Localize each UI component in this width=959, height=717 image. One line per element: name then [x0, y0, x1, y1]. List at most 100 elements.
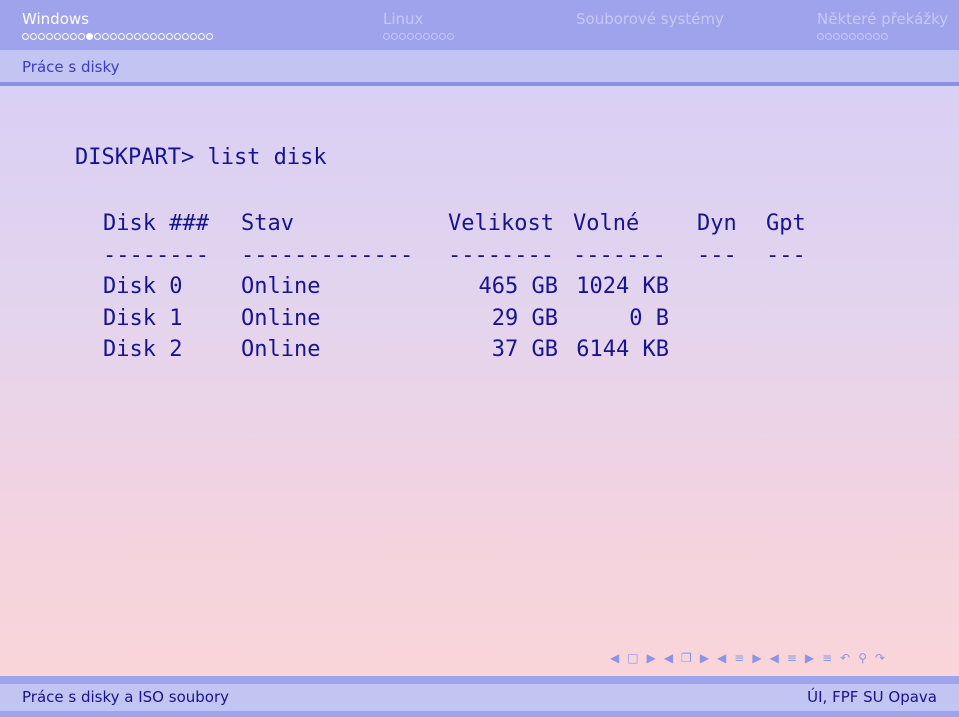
nav-dot[interactable]	[857, 33, 864, 40]
nav-dot[interactable]	[198, 33, 205, 40]
next-frame-arrow-icon[interactable]: ▶	[647, 651, 656, 665]
table-cell: Disk 2	[103, 337, 183, 362]
column-header: Volné	[573, 211, 640, 236]
nav-dot[interactable]	[407, 33, 414, 40]
nav-dot[interactable]	[70, 33, 77, 40]
nav-dot[interactable]	[110, 33, 117, 40]
nav-dot[interactable]	[134, 33, 141, 40]
nav-dot[interactable]	[46, 33, 53, 40]
table-row: Disk 2 Online 37 GB 6144 KB	[103, 334, 826, 366]
subsection-shadow	[0, 82, 959, 86]
nav-section-dots	[22, 33, 214, 40]
nav-dot[interactable]	[118, 33, 125, 40]
disk-table: Disk ### Stav Velikost Volné Dyn Gpt ---…	[103, 208, 826, 366]
next-part-arrow-icon[interactable]: ▶	[805, 651, 814, 665]
column-header: Dyn	[697, 211, 737, 236]
nav-dot[interactable]	[841, 33, 848, 40]
nav-dot[interactable]	[423, 33, 430, 40]
nav-dot[interactable]	[383, 33, 390, 40]
nav-dot[interactable]	[174, 33, 181, 40]
prev-part-arrow-icon[interactable]: ◀	[770, 651, 779, 665]
subsection-icon[interactable]: ❐	[681, 651, 692, 665]
nav-dot[interactable]	[431, 33, 438, 40]
table-cell	[697, 271, 766, 303]
prev-section-arrow-icon[interactable]: ◀	[717, 651, 726, 665]
nav-dot[interactable]	[881, 33, 888, 40]
forward-icon[interactable]: ↷	[875, 651, 885, 665]
nav-dot[interactable]	[30, 33, 37, 40]
nav-dot[interactable]	[447, 33, 454, 40]
document-icon[interactable]: ≡	[822, 651, 832, 665]
nav-dot[interactable]	[62, 33, 69, 40]
nav-dot[interactable]	[439, 33, 446, 40]
nav-dot[interactable]	[102, 33, 109, 40]
section-icon[interactable]: ≡	[734, 651, 744, 665]
part-icon[interactable]: ≡	[787, 651, 797, 665]
table-cell: Disk 0	[103, 274, 183, 299]
subsection-title: Práce s disky	[22, 58, 120, 76]
nav-dot[interactable]	[825, 33, 832, 40]
column-separator: ---	[697, 242, 737, 268]
column-separator: --------	[103, 242, 209, 268]
column-header: Stav	[241, 211, 294, 236]
nav-section-title[interactable]: Některé překážky	[817, 10, 948, 28]
frame-icon[interactable]: □	[627, 651, 638, 665]
table-cell	[766, 334, 826, 366]
back-icon[interactable]: ↶	[840, 651, 850, 665]
nav-dot[interactable]	[126, 33, 133, 40]
nav-dot[interactable]	[849, 33, 856, 40]
nav-dot[interactable]	[182, 33, 189, 40]
table-cell: 0 B	[629, 305, 669, 331]
table-row: Disk 0 Online 465 GB 1024 KB	[103, 271, 826, 303]
footer-band-top	[0, 676, 959, 684]
nav-dot[interactable]	[86, 33, 93, 40]
footer: Práce s disky a ISO soubory ÚI, FPF SU O…	[0, 676, 959, 717]
column-separator: ---	[766, 242, 806, 268]
nav-section-dots	[383, 33, 455, 40]
prev-frame-arrow-icon[interactable]: ◀	[610, 651, 619, 665]
table-cell: Online	[241, 274, 321, 299]
nav-dot[interactable]	[206, 33, 213, 40]
nav-dot[interactable]	[865, 33, 872, 40]
table-header-row: Disk ### Stav Velikost Volné Dyn Gpt	[103, 208, 826, 240]
nav-dot[interactable]	[391, 33, 398, 40]
next-section-arrow-icon[interactable]: ▶	[752, 651, 761, 665]
table-cell	[766, 303, 826, 335]
nav-section-title[interactable]: Windows	[22, 10, 89, 28]
table-cell	[697, 303, 766, 335]
table-cell: 1024 KB	[576, 274, 669, 299]
nav-dot[interactable]	[399, 33, 406, 40]
nav-dot[interactable]	[94, 33, 101, 40]
column-separator: -------	[573, 242, 666, 268]
nav-dot[interactable]	[22, 33, 29, 40]
next-subsection-arrow-icon[interactable]: ▶	[700, 651, 709, 665]
footer-band-bottom	[0, 711, 959, 717]
nav-dot[interactable]	[38, 33, 45, 40]
nav-dot[interactable]	[150, 33, 157, 40]
table-cell: Online	[241, 337, 321, 362]
header-navigation: Windows Linux Souborové systémy Některé …	[0, 0, 959, 50]
nav-dot[interactable]	[78, 33, 85, 40]
nav-dot[interactable]	[415, 33, 422, 40]
nav-dot[interactable]	[158, 33, 165, 40]
table-cell: 6144 KB	[576, 337, 669, 362]
nav-dot[interactable]	[817, 33, 824, 40]
table-cell	[697, 334, 766, 366]
nav-section-title[interactable]: Linux	[383, 10, 423, 28]
table-cell	[766, 271, 826, 303]
nav-section-title[interactable]: Souborové systémy	[576, 10, 724, 28]
search-icon[interactable]: ⚲	[858, 651, 867, 665]
nav-dot[interactable]	[873, 33, 880, 40]
nav-dot[interactable]	[54, 33, 61, 40]
table-cell: Online	[241, 305, 321, 331]
nav-dot[interactable]	[833, 33, 840, 40]
subsection-bar: Práce s disky	[0, 50, 959, 86]
nav-dot[interactable]	[142, 33, 149, 40]
column-header: Gpt	[766, 211, 806, 236]
prev-subsection-arrow-icon[interactable]: ◀	[664, 651, 673, 665]
nav-dot[interactable]	[166, 33, 173, 40]
table-row: Disk 1 Online 29 GB 0 B	[103, 303, 826, 335]
footer-title: Práce s disky a ISO soubory	[22, 688, 229, 706]
column-separator: --------	[448, 242, 554, 268]
nav-dot[interactable]	[190, 33, 197, 40]
